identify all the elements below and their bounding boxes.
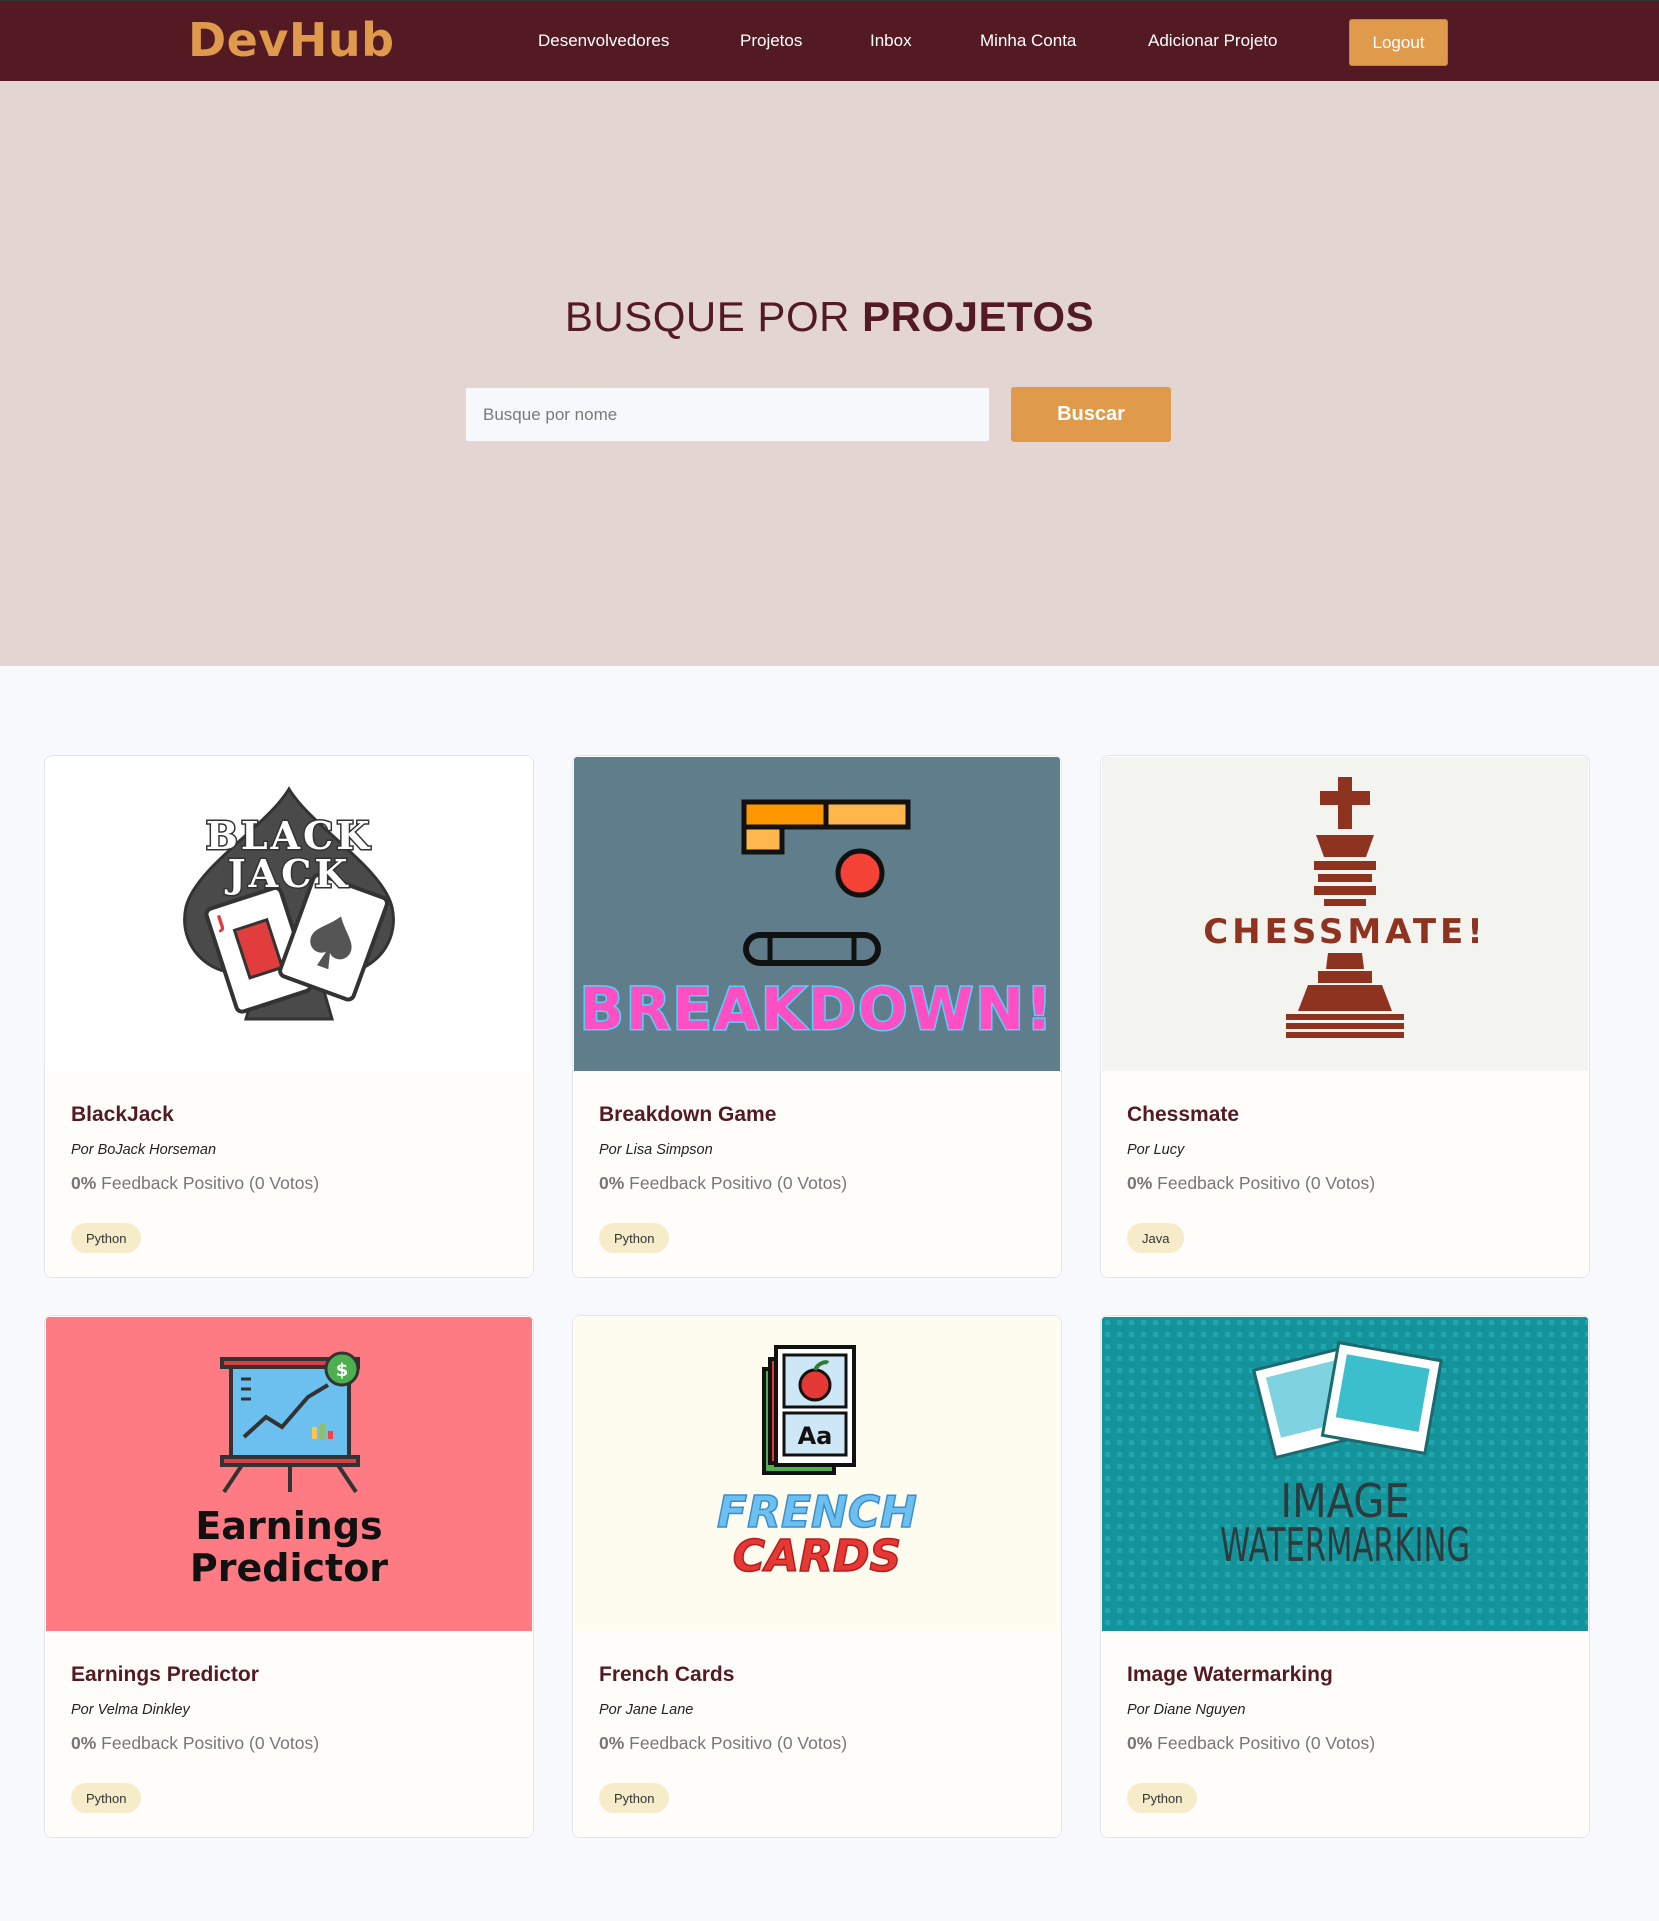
feedback-text: Feedback Positivo (0 Votos): [96, 1173, 320, 1193]
project-title[interactable]: Earnings Predictor: [71, 1663, 259, 1687]
svg-text:$: $: [336, 1360, 349, 1381]
project-thumbnail[interactable]: BREAKDOWN!: [574, 757, 1060, 1071]
feedback-text: Feedback Positivo (0 Votos): [1152, 1733, 1376, 1753]
project-thumbnail[interactable]: J BLACK JACK: [46, 757, 532, 1071]
project-title[interactable]: Breakdown Game: [599, 1103, 776, 1127]
project-feedback: 0% Feedback Positivo (0 Votos): [71, 1733, 319, 1754]
project-card-image-watermarking[interactable]: IMAGE WATERMARKING Image Watermarking Po…: [1100, 1315, 1590, 1838]
feedback-text: Feedback Positivo (0 Votos): [624, 1733, 848, 1753]
project-thumbnail[interactable]: CHESSMATE!: [1102, 757, 1588, 1071]
thumb-text-aa: Aa: [798, 1422, 833, 1450]
feedback-percent: 0%: [71, 1733, 97, 1753]
project-card-blackjack[interactable]: J BLACK JACK BlackJack Por BoJack Horsem…: [44, 755, 534, 1278]
hero-title: BUSQUE POR PROJETOS: [0, 293, 1659, 341]
language-tag: Python: [71, 1223, 142, 1253]
project-thumbnail[interactable]: IMAGE WATERMARKING: [1102, 1317, 1588, 1631]
project-title[interactable]: Chessmate: [1127, 1103, 1239, 1127]
project-title[interactable]: Image Watermarking: [1127, 1663, 1333, 1687]
thumb-text-watermarking: WATERMARKING: [1220, 1519, 1470, 1572]
search-hero: BUSQUE POR PROJETOS Buscar: [0, 81, 1659, 666]
project-thumbnail[interactable]: $ Earnings Predictor: [46, 1317, 532, 1631]
devhub-logo[interactable]: DevHub: [188, 13, 395, 67]
project-feedback: 0% Feedback Positivo (0 Votos): [599, 1173, 847, 1194]
feedback-percent: 0%: [1127, 1733, 1153, 1753]
photos-watermark-icon: IMAGE WATERMARKING: [1102, 1317, 1588, 1631]
project-author: Por BoJack Horseman: [71, 1142, 217, 1158]
project-title[interactable]: French Cards: [599, 1663, 734, 1687]
project-card-chessmate[interactable]: CHESSMATE! Chessmate Por Lucy 0% Feedbac…: [1100, 755, 1590, 1278]
breakdown-brick-game-icon: BREAKDOWN!: [574, 757, 1060, 1071]
project-author: Por Lisa Simpson: [599, 1142, 713, 1158]
top-navbar: DevHub Desenvolvedores Projetos Inbox Mi…: [0, 0, 1659, 81]
thumb-text-cards: CARDS: [733, 1531, 901, 1582]
language-tag: Python: [599, 1223, 670, 1253]
nav-link-adicionar-projeto[interactable]: Adicionar Projeto: [1148, 31, 1277, 51]
card-body: French Cards Por Jane Lane 0% Feedback P…: [573, 1631, 1061, 1837]
thumb-text-jack: JACK: [225, 851, 351, 896]
feedback-text: Feedback Positivo (0 Votos): [1152, 1173, 1376, 1193]
project-feedback: 0% Feedback Positivo (0 Votos): [1127, 1173, 1375, 1194]
feedback-percent: 0%: [1127, 1173, 1153, 1193]
project-author: Por Lucy: [1127, 1142, 1185, 1158]
nav-link-projetos[interactable]: Projetos: [740, 31, 802, 51]
language-tag: Python: [599, 1783, 670, 1813]
hero-title-light: BUSQUE POR: [564, 293, 863, 340]
card-body: Breakdown Game Por Lisa Simpson 0% Feedb…: [573, 1071, 1061, 1277]
project-thumbnail[interactable]: Aa FRENCH CARDS: [574, 1317, 1060, 1631]
project-feedback: 0% Feedback Positivo (0 Votos): [71, 1173, 319, 1194]
project-author: Por Jane Lane: [599, 1702, 694, 1718]
language-tag: Java: [1127, 1223, 1185, 1253]
feedback-percent: 0%: [599, 1733, 625, 1753]
card-body: BlackJack Por BoJack Horseman 0% Feedbac…: [45, 1071, 533, 1277]
card-body: Chessmate Por Lucy 0% Feedback Positivo …: [1101, 1071, 1589, 1277]
language-tag: Python: [71, 1783, 142, 1813]
project-feedback: 0% Feedback Positivo (0 Votos): [1127, 1733, 1375, 1754]
language-tag: Python: [1127, 1783, 1198, 1813]
hero-title-bold: PROJETOS: [862, 293, 1095, 340]
logout-button[interactable]: Logout: [1349, 19, 1448, 66]
flashcards-apple-icon: Aa FRENCH CARDS: [574, 1317, 1060, 1631]
blackjack-spade-cards-icon: J BLACK JACK: [46, 757, 532, 1071]
project-author: Por Diane Nguyen: [1127, 1702, 1246, 1718]
project-card-french-cards[interactable]: Aa FRENCH CARDS French Cards Por Jane La…: [572, 1315, 1062, 1838]
thumb-text-breakdown: BREAKDOWN!: [580, 975, 1055, 1043]
feedback-percent: 0%: [71, 1173, 97, 1193]
search-input[interactable]: [465, 387, 990, 442]
feedback-text: Feedback Positivo (0 Votos): [96, 1733, 320, 1753]
project-title[interactable]: BlackJack: [71, 1103, 174, 1127]
card-body: Earnings Predictor Por Velma Dinkley 0% …: [45, 1631, 533, 1837]
thumb-text-earnings: Earnings: [195, 1504, 382, 1548]
project-card-earnings-predictor[interactable]: $ Earnings Predictor Earnings Predictor …: [44, 1315, 534, 1838]
card-body: Image Watermarking Por Diane Nguyen 0% F…: [1101, 1631, 1589, 1837]
search-button[interactable]: Buscar: [1011, 387, 1171, 442]
chess-king-icon: CHESSMATE!: [1102, 757, 1588, 1071]
thumb-text-predictor: Predictor: [190, 1546, 388, 1590]
feedback-text: Feedback Positivo (0 Votos): [624, 1173, 848, 1193]
thumb-text-chessmate: CHESSMATE!: [1203, 912, 1487, 952]
nav-link-minha-conta[interactable]: Minha Conta: [980, 31, 1076, 51]
project-author: Por Velma Dinkley: [71, 1702, 190, 1718]
project-card-breakdown[interactable]: BREAKDOWN! Breakdown Game Por Lisa Simps…: [572, 755, 1062, 1278]
feedback-percent: 0%: [599, 1173, 625, 1193]
project-feedback: 0% Feedback Positivo (0 Votos): [599, 1733, 847, 1754]
chart-easel-icon: $ Earnings Predictor: [46, 1317, 532, 1631]
nav-link-inbox[interactable]: Inbox: [870, 31, 912, 51]
nav-link-desenvolvedores[interactable]: Desenvolvedores: [538, 31, 669, 51]
